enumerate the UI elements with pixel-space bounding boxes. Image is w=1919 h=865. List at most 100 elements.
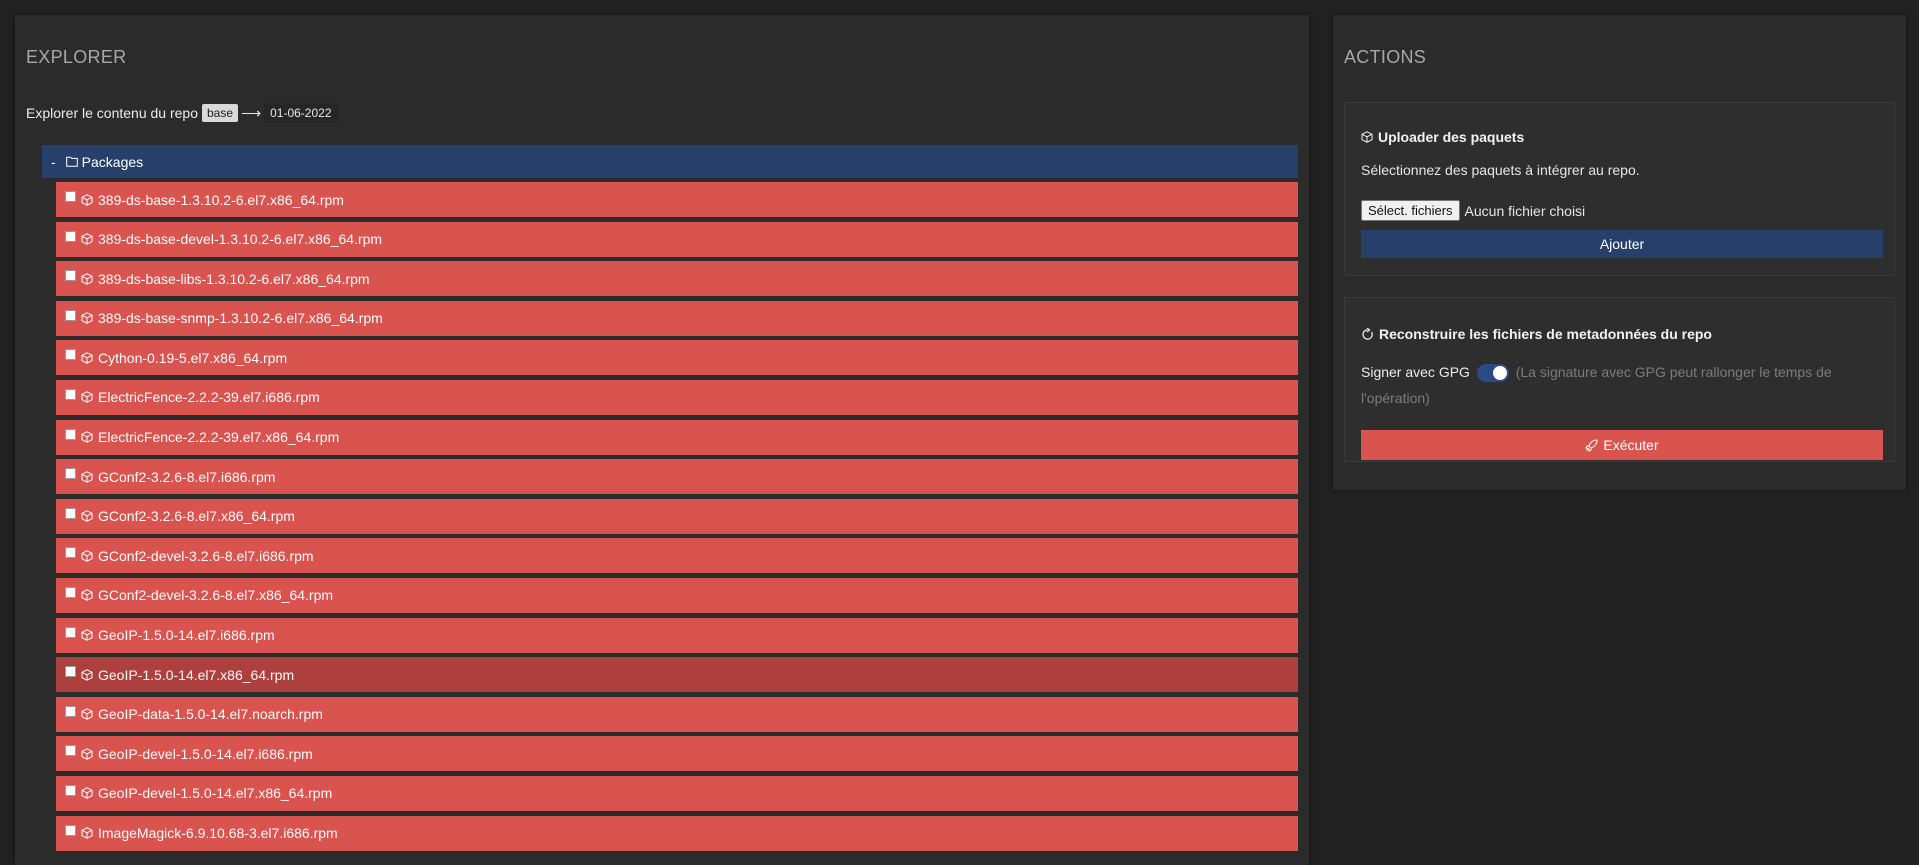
rocket-icon <box>1585 438 1598 452</box>
folder-label: Packages <box>81 153 144 170</box>
package-icon <box>81 589 93 602</box>
actions-title: ACTIONS <box>1344 47 1427 67</box>
repo-intro-text: Explorer le contenu du repo <box>26 105 198 121</box>
select-files-button[interactable]: Sélect. fichiers <box>1361 200 1460 221</box>
package-row[interactable]: Cython-0.19-5.el7.x86_64.rpm <box>56 340 1298 376</box>
package-row[interactable]: GeoIP-data-1.5.0-14.el7.noarch.rpm <box>56 696 1298 732</box>
package-icon <box>81 431 93 443</box>
package-icon <box>1361 131 1373 143</box>
gpg-label: Signer avec GPG <box>1361 364 1470 380</box>
collapse-toggle[interactable]: - <box>51 154 56 170</box>
package-name: 389-ds-base-devel-1.3.10.2-6.el7.x86_64.… <box>98 231 383 248</box>
package-name: GConf2-3.2.6-8.el7.x86_64.rpm <box>98 508 295 525</box>
package-icon <box>81 352 93 364</box>
package-checkbox[interactable] <box>65 349 76 361</box>
upload-title-text: Uploader des paquets <box>1378 129 1525 145</box>
package-checkbox[interactable] <box>65 230 76 242</box>
repo-name-badge: base <box>202 104 239 122</box>
package-checkbox[interactable] <box>65 388 76 400</box>
package-row[interactable]: GConf2-3.2.6-8.el7.x86_64.rpm <box>56 498 1298 534</box>
execute-button[interactable]: Exécuter <box>1361 430 1883 460</box>
rebuild-title-text: Reconstruire les fichiers de metadonnées… <box>1379 326 1712 342</box>
package-row[interactable]: GeoIP-1.5.0-14.el7.i686.rpm <box>56 617 1298 653</box>
package-name: ElectricFence-2.2.2-39.el7.x86_64.rpm <box>98 429 340 446</box>
package-row[interactable]: GeoIP-devel-1.5.0-14.el7.x86_64.rpm <box>56 775 1298 811</box>
add-button[interactable]: Ajouter <box>1361 230 1883 258</box>
package-icon <box>81 748 93 760</box>
package-name: GConf2-devel-3.2.6-8.el7.i686.rpm <box>98 547 314 564</box>
package-row[interactable]: ElectricFence-2.2.2-39.el7.x86_64.rpm <box>56 419 1298 455</box>
package-checkbox[interactable] <box>65 507 76 519</box>
rebuild-card-title: Reconstruire les fichiers de metadonnées… <box>1361 326 1712 342</box>
package-row[interactable]: 389-ds-base-snmp-1.3.10.2-6.el7.x86_64.r… <box>56 300 1298 336</box>
file-input[interactable]: Sélect. fichiers Aucun fichier choisi <box>1361 200 1585 221</box>
package-name: ImageMagick-6.9.10.68-3.el7.i686.rpm <box>98 825 338 841</box>
package-icon <box>81 787 93 800</box>
rebuild-card: Reconstruire les fichiers de metadonnées… <box>1344 297 1895 462</box>
package-name: GConf2-3.2.6-8.el7.i686.rpm <box>98 468 276 485</box>
gpg-toggle[interactable] <box>1476 364 1509 383</box>
package-row[interactable]: 389-ds-base-devel-1.3.10.2-6.el7.x86_64.… <box>56 221 1298 257</box>
package-checkbox[interactable] <box>65 626 76 638</box>
package-list: 389-ds-base-1.3.10.2-6.el7.x86_64.rpm 389… <box>56 182 1298 855</box>
package-row[interactable]: GConf2-3.2.6-8.el7.i686.rpm <box>56 459 1298 495</box>
package-icon <box>81 233 93 245</box>
package-checkbox[interactable] <box>65 784 76 796</box>
package-name: 389-ds-base-snmp-1.3.10.2-6.el7.x86_64.r… <box>98 310 383 327</box>
refresh-icon <box>1361 327 1374 341</box>
package-row[interactable]: GConf2-devel-3.2.6-8.el7.i686.rpm <box>56 538 1298 574</box>
explorer-title: EXPLORER <box>26 47 127 67</box>
package-checkbox[interactable] <box>65 824 76 836</box>
package-checkbox[interactable] <box>65 191 76 202</box>
package-row[interactable]: ImageMagick-6.9.10.68-3.el7.i686.rpm <box>56 815 1298 851</box>
package-icon <box>81 668 93 681</box>
package-icon <box>81 312 93 325</box>
folder-icon <box>65 156 78 167</box>
package-checkbox[interactable] <box>65 586 76 598</box>
repo-date-badge: 01-06-2022 <box>264 103 338 123</box>
package-icon <box>81 827 93 839</box>
package-row[interactable]: GConf2-devel-3.2.6-8.el7.x86_64.rpm <box>56 577 1298 613</box>
package-row[interactable]: GeoIP-devel-1.5.0-14.el7.i686.rpm <box>56 736 1298 772</box>
package-name: GeoIP-devel-1.5.0-14.el7.i686.rpm <box>98 745 313 762</box>
package-checkbox[interactable] <box>65 270 76 282</box>
package-name: ElectricFence-2.2.2-39.el7.i686.rpm <box>98 389 320 406</box>
folder-packages[interactable]: - Packages <box>42 145 1298 178</box>
package-checkbox[interactable] <box>65 666 76 678</box>
package-icon <box>81 629 93 641</box>
explorer-panel: EXPLORER Explorer le contenu du repo bas… <box>15 15 1309 865</box>
package-name: 389-ds-base-1.3.10.2-6.el7.x86_64.rpm <box>98 191 344 208</box>
package-icon <box>81 708 93 720</box>
package-checkbox[interactable] <box>65 468 76 480</box>
package-row[interactable]: 389-ds-base-libs-1.3.10.2-6.el7.x86_64.r… <box>56 261 1298 297</box>
package-row[interactable]: ElectricFence-2.2.2-39.el7.i686.rpm <box>56 379 1298 415</box>
package-checkbox[interactable] <box>65 309 76 321</box>
package-checkbox[interactable] <box>65 705 76 717</box>
package-name: 389-ds-base-libs-1.3.10.2-6.el7.x86_64.r… <box>98 270 370 287</box>
package-checkbox[interactable] <box>65 745 76 757</box>
package-icon <box>81 272 93 285</box>
actions-panel: ACTIONS Uploader des paquets Sélectionne… <box>1333 15 1906 490</box>
repo-info: Explorer le contenu du repo base ⟶ 01-06… <box>26 103 338 123</box>
arrow-right-icon: ⟶ <box>241 104 262 121</box>
package-name: GeoIP-data-1.5.0-14.el7.noarch.rpm <box>98 706 323 723</box>
package-checkbox[interactable] <box>65 428 76 440</box>
package-name: Cython-0.19-5.el7.x86_64.rpm <box>98 349 288 366</box>
package-icon <box>81 193 93 206</box>
upload-description: Sélectionnez des paquets à intégrer au r… <box>1361 162 1640 178</box>
gpg-option: Signer avec GPG (La signature avec GPG p… <box>1361 359 1881 411</box>
toggle-knob <box>1492 366 1507 381</box>
upload-card: Uploader des paquets Sélectionnez des pa… <box>1344 102 1895 276</box>
package-name: GeoIP-1.5.0-14.el7.x86_64.rpm <box>98 666 295 683</box>
package-row[interactable]: GeoIP-1.5.0-14.el7.x86_64.rpm <box>56 657 1298 693</box>
no-file-text: Aucun fichier choisi <box>1464 202 1586 219</box>
package-icon <box>81 470 93 483</box>
package-row[interactable]: 389-ds-base-1.3.10.2-6.el7.x86_64.rpm <box>56 182 1298 217</box>
package-checkbox[interactable] <box>65 547 76 559</box>
package-name: GConf2-devel-3.2.6-8.el7.x86_64.rpm <box>98 587 334 604</box>
package-icon <box>81 510 93 523</box>
package-name: GeoIP-devel-1.5.0-14.el7.x86_64.rpm <box>98 785 333 802</box>
execute-label: Exécuter <box>1603 437 1659 453</box>
package-name: GeoIP-1.5.0-14.el7.i686.rpm <box>98 627 275 644</box>
package-icon <box>81 391 93 404</box>
